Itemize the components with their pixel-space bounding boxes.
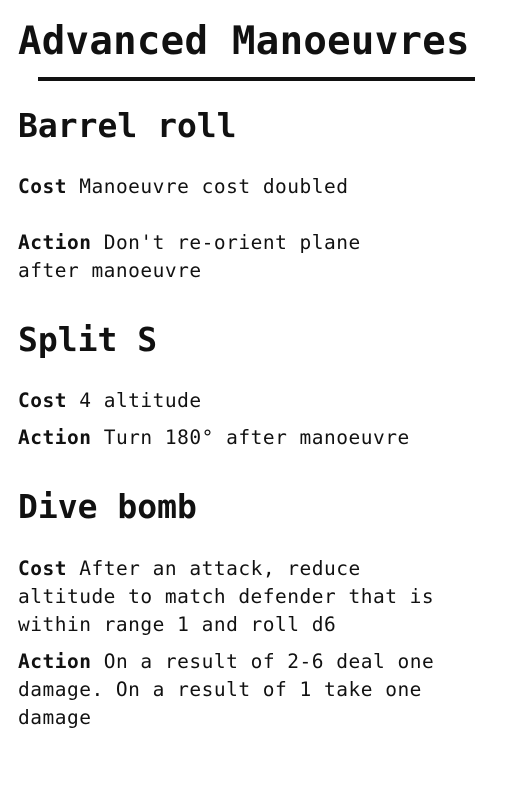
section-heading-barrel-roll: Barrel roll <box>18 106 237 145</box>
dive-bomb-cost: Cost After an attack, reduce altitude to… <box>18 555 468 639</box>
dive-bomb-action: Action On a result of 2-6 deal one damag… <box>18 648 488 732</box>
section-heading-dive-bomb: Dive bomb <box>18 487 197 526</box>
action-label: Action <box>18 426 92 449</box>
barrel-roll-cost: Cost Manoeuvre cost doubled <box>18 173 498 201</box>
action-label: Action <box>18 650 92 673</box>
split-s-cost: Cost 4 altitude <box>18 387 498 415</box>
action-text: Turn 180° after manoeuvre <box>103 426 410 449</box>
barrel-roll-action: Action Don't re-orient plane after manoe… <box>18 229 428 285</box>
rules-card: Advanced Manoeuvres Barrel roll Cost Man… <box>0 0 512 791</box>
section-heading-split-s: Split S <box>18 320 158 359</box>
cost-text: Manoeuvre cost doubled <box>79 175 349 198</box>
cost-text: After an attack, reduce altitude to matc… <box>18 557 435 636</box>
cost-label: Cost <box>18 389 67 412</box>
action-label: Action <box>18 231 92 254</box>
cost-label: Cost <box>18 175 67 198</box>
split-s-action: Action Turn 180° after manoeuvre <box>18 424 498 452</box>
cost-label: Cost <box>18 557 67 580</box>
page-title: Advanced Manoeuvres <box>18 19 470 64</box>
title-divider <box>38 77 475 81</box>
cost-text: 4 altitude <box>79 389 202 412</box>
